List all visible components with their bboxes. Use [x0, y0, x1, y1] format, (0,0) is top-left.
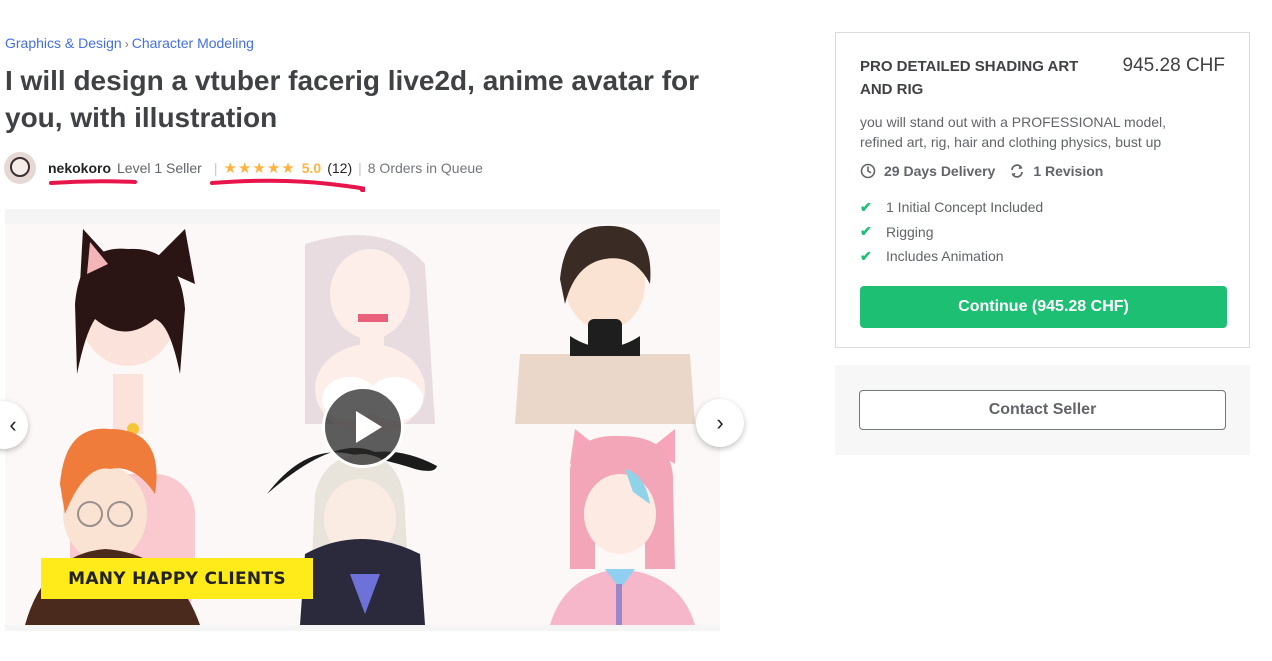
- red-annotation-underline: [49, 179, 137, 185]
- list-item: ✔ Includes Animation: [860, 247, 1004, 265]
- chevron-left-icon: ‹: [9, 412, 17, 437]
- delivery-time: 29 Days Delivery: [884, 163, 996, 179]
- review-count[interactable]: (12): [327, 160, 352, 176]
- red-annotation-underline: [210, 178, 365, 192]
- package-features: ✔ 1 Initial Concept Included ✔ Rigging ✔ In…: [860, 195, 1043, 269]
- continue-button[interactable]: Continue (945.28 CHF): [860, 286, 1227, 328]
- list-item: ✔ 1 Initial Concept Included: [860, 198, 1044, 216]
- checkmark-icon: ✔: [860, 198, 872, 215]
- seller-level: Level 1 Seller: [117, 160, 202, 176]
- clock-icon: [860, 163, 876, 179]
- package-name: PRO DETAILED SHADING ART AND RIG: [860, 58, 1079, 98]
- contact-seller-button[interactable]: Contact Seller: [859, 390, 1226, 430]
- breadcrumb-link-graphics-design[interactable]: Graphics & Design: [5, 35, 122, 51]
- breadcrumb: Graphics & Design › Character Modeling: [5, 35, 254, 51]
- chevron-right-icon: ›: [716, 410, 724, 435]
- package-card: PRO DETAILED SHADING ART AND RIG 945.28 …: [835, 32, 1250, 348]
- orders-in-queue: 8 Orders in Queue: [367, 160, 483, 176]
- divider: |: [213, 160, 218, 176]
- seller-username[interactable]: nekokoro: [48, 160, 111, 176]
- gallery-banner: MANY HAPPY CLIENTS: [41, 558, 313, 599]
- breadcrumb-separator: ›: [124, 37, 129, 51]
- checkmark-icon: ✔: [860, 223, 872, 240]
- package-meta: 29 Days Delivery 1 Revision: [860, 163, 1103, 179]
- list-item: ✔ Rigging: [860, 223, 934, 240]
- gallery-next-button[interactable]: ›: [696, 399, 744, 447]
- package-price: 945.28 CHF: [1122, 55, 1225, 76]
- divider: |: [358, 160, 362, 176]
- checkmark-icon: ✔: [860, 247, 872, 264]
- avatar[interactable]: [4, 152, 36, 184]
- rating-score: 5.0: [301, 160, 322, 176]
- video-play-button[interactable]: [322, 386, 404, 468]
- refresh-icon: [1011, 164, 1024, 178]
- contact-section: Contact Seller: [835, 365, 1250, 455]
- avatar-illustration: [550, 429, 695, 625]
- avatar-illustration: [515, 225, 695, 424]
- star-rating-icon: ★★★★★: [223, 160, 296, 177]
- breadcrumb-link-character-modeling[interactable]: Character Modeling: [132, 35, 254, 51]
- package-description: you will stand out with a PROFESSIONAL m…: [860, 114, 1167, 150]
- gig-title: I will design a vtuber facerig live2d, a…: [5, 65, 700, 133]
- revisions-count: 1 Revision: [1033, 163, 1104, 179]
